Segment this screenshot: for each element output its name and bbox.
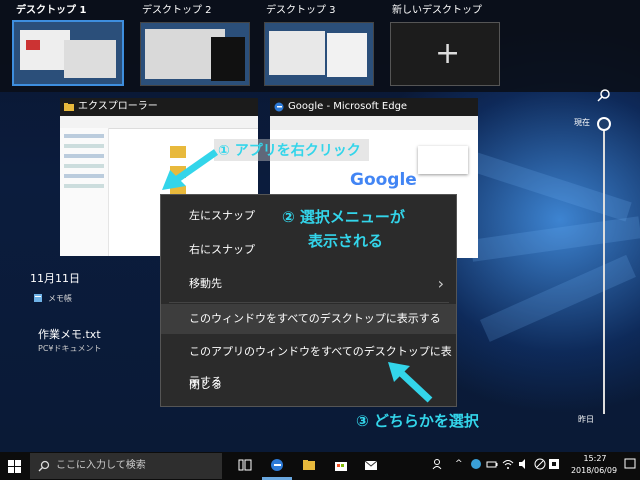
chevron-right-icon: › (437, 274, 444, 293)
notification-icon[interactable] (624, 458, 636, 470)
battery-icon[interactable] (486, 458, 498, 470)
desktop-tab-1[interactable]: デスクトップ 1 (12, 0, 138, 86)
desktop-tab-3[interactable]: デスクトップ 3 (264, 0, 388, 86)
timeline-activity-title[interactable]: 作業メモ.txt (38, 326, 101, 342)
mail-icon[interactable] (364, 458, 378, 472)
store-icon[interactable] (334, 458, 348, 472)
annotation-step3: ③ どちらかを選択 (356, 412, 479, 430)
google-logo: Google (350, 170, 417, 190)
menu-item-show-window-all-desktops[interactable]: このウィンドウをすべてのデスクトップに表示する (161, 304, 456, 334)
timeline-scrollbar[interactable] (603, 128, 605, 414)
arrow-icon (388, 362, 433, 403)
input-method-icon[interactable] (548, 458, 560, 470)
desktop-thumbnail[interactable] (140, 22, 250, 86)
new-desktop-tab[interactable]: 新しいデスクトップ + (390, 0, 514, 86)
desktop-thumbnail[interactable] (264, 22, 374, 86)
window-title: エクスプローラー (78, 101, 158, 112)
blocked-icon[interactable] (534, 458, 546, 470)
search-placeholder: ここに入力して検索 (56, 460, 146, 471)
desktop-label: デスクトップ 1 (16, 5, 87, 16)
wifi-icon[interactable] (502, 458, 514, 470)
notepad-icon (34, 294, 42, 302)
window-title-bar[interactable]: Google - Microsoft Edge (270, 98, 478, 116)
windows-start-icon[interactable] (8, 460, 21, 473)
file-explorer-icon[interactable] (302, 458, 316, 472)
folder-icon (64, 103, 74, 111)
timeline-date: 11月11日 (30, 272, 80, 285)
timeline-yesterday-label: 昨日 (578, 415, 594, 424)
clock-date[interactable]: 2018/06/09 (566, 466, 622, 475)
window-title: Google - Microsoft Edge (288, 101, 408, 112)
timeline-scroll-thumb[interactable] (597, 117, 611, 131)
menu-item-move-to[interactable]: 移動先 › (161, 269, 456, 299)
timeline-app-name: メモ帳 (48, 294, 72, 303)
edge-icon (274, 102, 284, 112)
desktop-label: 新しいデスクトップ (392, 5, 482, 16)
menu-divider (169, 302, 449, 303)
plus-icon: + (435, 36, 461, 71)
volume-icon[interactable] (518, 458, 530, 470)
taskbar-search-box[interactable]: ここに入力して検索 (30, 453, 222, 479)
task-view-icon[interactable] (238, 458, 252, 472)
light-beam (470, 216, 640, 262)
window-title-bar[interactable]: エクスプローラー (60, 98, 258, 116)
virtual-desktop-strip: デスクトップ 1 デスクトップ 2 デスクトップ 3 新しいデスクトップ + (0, 0, 640, 92)
desktop-label: デスクトップ 2 (142, 5, 212, 16)
new-desktop-button[interactable]: + (390, 22, 500, 86)
taskbar: ここに入力して検索 ^ 15:27 2018/06/09 (0, 452, 640, 480)
network-icon[interactable] (470, 458, 482, 470)
clock-time[interactable]: 15:27 (572, 454, 618, 463)
desktop-thumbnail[interactable] (12, 20, 124, 86)
people-icon[interactable] (432, 458, 444, 470)
annotation-step1: ① アプリを右クリック (214, 139, 369, 161)
light-beam (463, 150, 632, 222)
arrow-icon (162, 149, 219, 190)
timeline-activity-path: PC¥ドキュメント (38, 344, 102, 353)
desktop-tab-2[interactable]: デスクトップ 2 (140, 0, 264, 86)
annotation-step2-line1: ② 選択メニューが (282, 208, 405, 226)
annotation-step2-line2: 表示される (308, 232, 384, 250)
chevron-up-icon[interactable]: ^ (455, 459, 463, 469)
desktop-label: デスクトップ 3 (266, 5, 336, 16)
search-icon (38, 460, 50, 472)
light-beam (480, 254, 636, 342)
search-icon[interactable] (596, 88, 612, 104)
timeline-now-label: 現在 (574, 118, 590, 127)
edge-icon[interactable] (270, 458, 284, 472)
